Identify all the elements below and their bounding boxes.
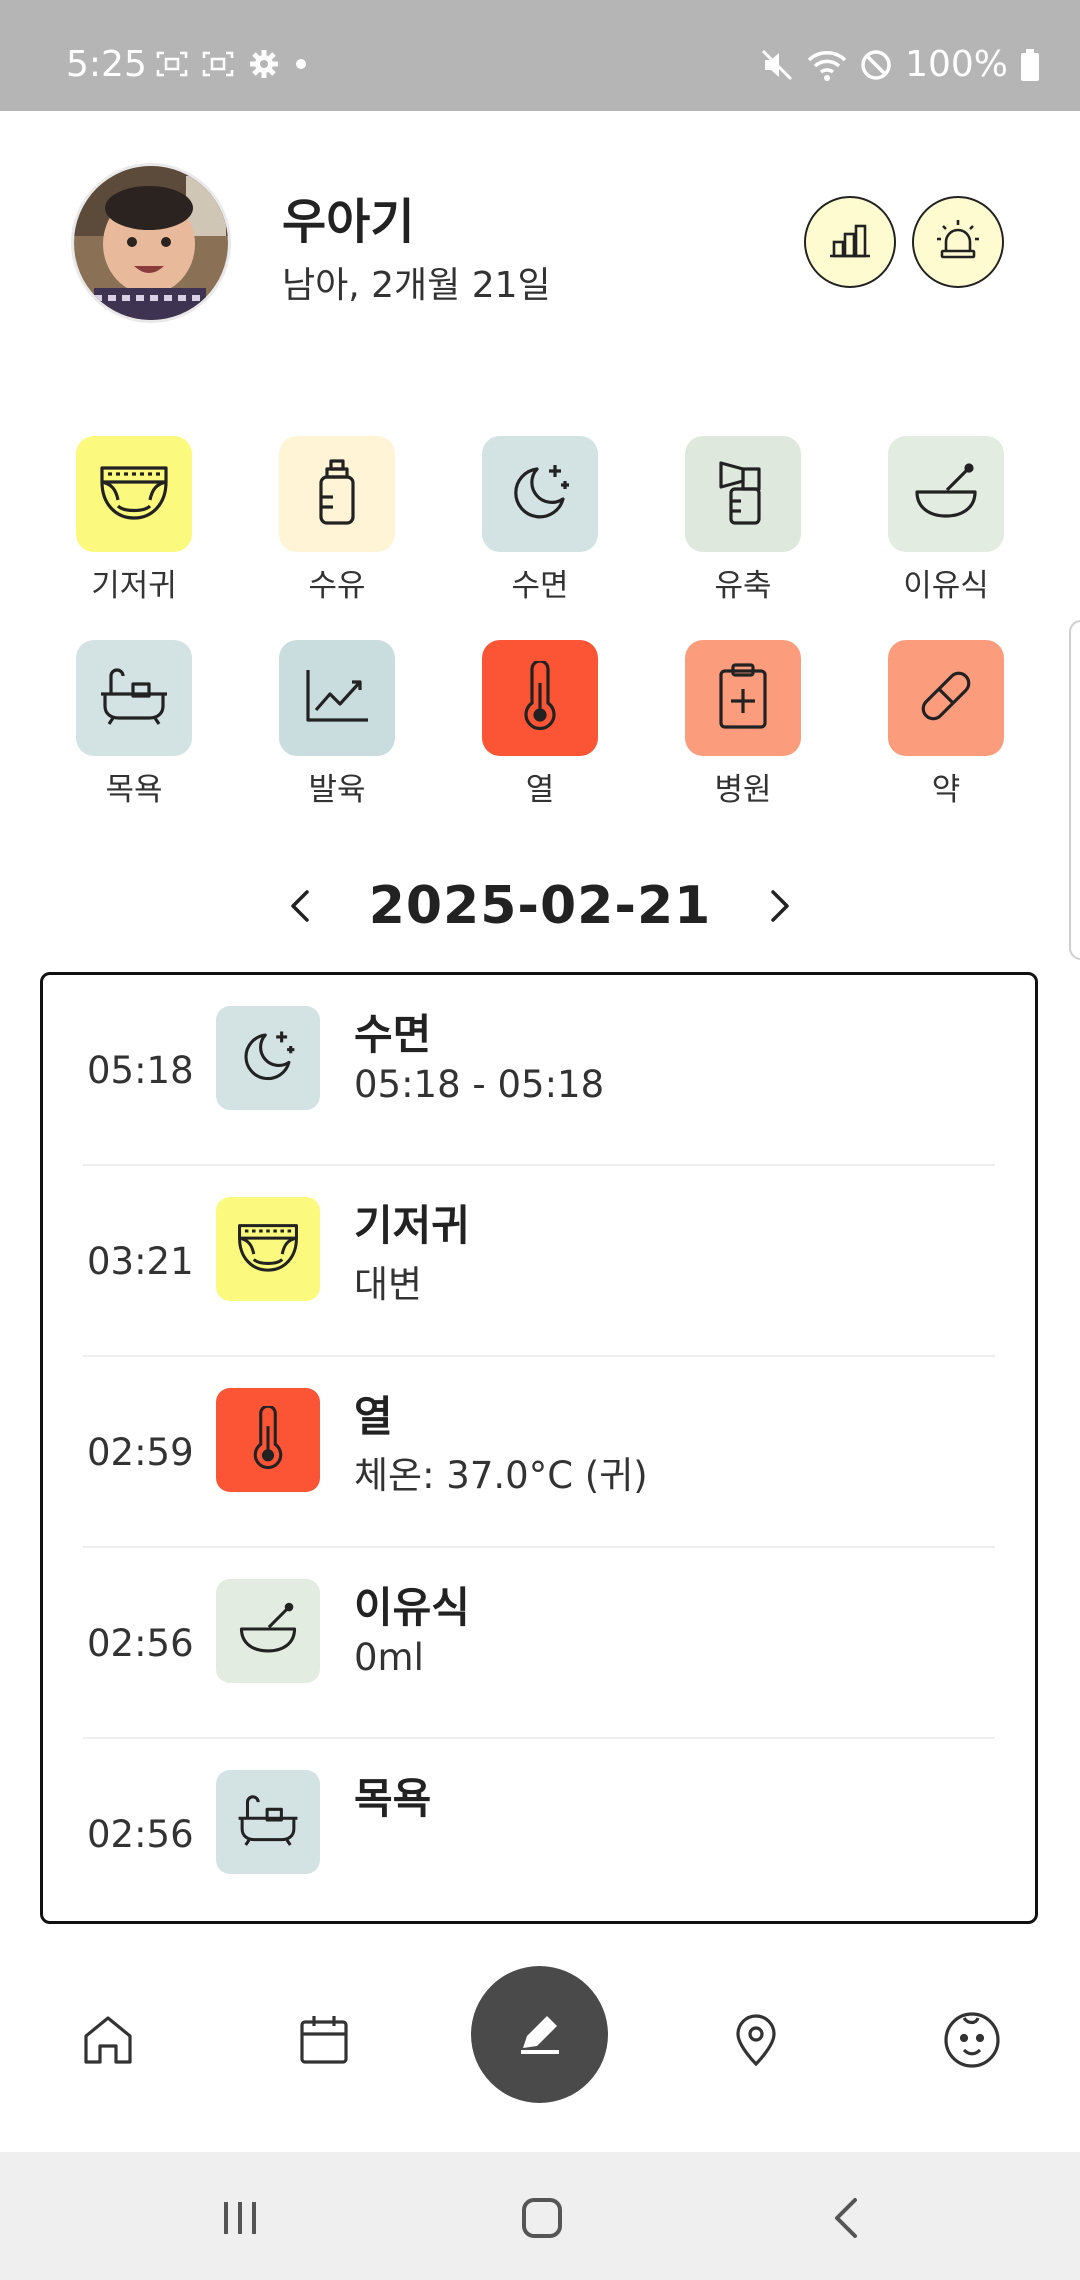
log-detail: 대변 bbox=[354, 1263, 423, 1306]
bowl-icon bbox=[236, 1601, 300, 1661]
breast-pump-icon bbox=[713, 457, 773, 531]
previous-day-button[interactable] bbox=[280, 886, 320, 930]
category-fever[interactable]: 열 bbox=[465, 640, 615, 809]
bar-chart-icon bbox=[828, 218, 872, 266]
category-label: 열 bbox=[525, 772, 555, 808]
home-icon bbox=[80, 2012, 136, 2072]
gear-icon bbox=[248, 48, 280, 80]
battery-level: 100% bbox=[905, 44, 1008, 85]
category-label: 유축 bbox=[714, 568, 772, 604]
current-date[interactable]: 2025-02-21 bbox=[340, 876, 740, 936]
log-time: 02:56 bbox=[87, 1813, 194, 1856]
log-item[interactable]: 05:18 수면 05:18 - 05:18 bbox=[43, 975, 1035, 1166]
log-detail: 05:18 - 05:18 bbox=[354, 1063, 605, 1106]
home-button[interactable] bbox=[512, 2190, 572, 2250]
baby-face-icon bbox=[942, 2010, 1002, 2074]
category-label: 목욕 bbox=[105, 772, 163, 808]
status-time: 5:25 bbox=[66, 44, 147, 85]
growth-chart-icon bbox=[302, 666, 372, 730]
mute-icon bbox=[761, 48, 795, 82]
back-arrow-icon bbox=[831, 2196, 861, 2244]
bathtub-icon bbox=[235, 1791, 301, 1853]
edit-record-button[interactable] bbox=[471, 1966, 608, 2103]
next-day-button[interactable] bbox=[760, 886, 800, 930]
home-square-icon bbox=[520, 2196, 564, 2244]
dot-icon bbox=[294, 57, 308, 71]
log-title: 기저귀 bbox=[354, 1201, 470, 1250]
log-item[interactable]: 02:56 목욕 bbox=[43, 1739, 1035, 1930]
log-item[interactable]: 02:56 이유식 0ml bbox=[43, 1548, 1035, 1739]
category-sleep[interactable]: 수면 bbox=[465, 436, 615, 605]
baby-name: 우아기 bbox=[282, 194, 415, 250]
category-pumping[interactable]: 유축 bbox=[668, 436, 818, 605]
back-button[interactable] bbox=[816, 2190, 876, 2250]
screenshot-icon bbox=[156, 50, 188, 78]
bowl-icon bbox=[911, 462, 981, 526]
nav-calendar[interactable] bbox=[284, 2002, 364, 2082]
category-bath[interactable]: 목욕 bbox=[59, 640, 209, 809]
thermometer-icon bbox=[518, 659, 562, 735]
siren-icon bbox=[935, 217, 981, 267]
bottom-navigation bbox=[0, 1940, 1080, 2140]
bottle-icon bbox=[307, 457, 367, 531]
log-time: 05:18 bbox=[87, 1049, 194, 1092]
recent-apps-button[interactable] bbox=[210, 2190, 270, 2250]
pill-icon bbox=[914, 664, 978, 732]
category-feeding[interactable]: 수유 bbox=[262, 436, 412, 605]
location-pin-icon bbox=[728, 2012, 784, 2072]
bathtub-icon bbox=[97, 664, 171, 732]
category-baby-food[interactable]: 이유식 bbox=[871, 436, 1021, 605]
date-navigator: 2025-02-21 bbox=[0, 868, 1080, 948]
status-bar: 5:25 100% bbox=[0, 0, 1080, 111]
category-label: 이유식 bbox=[903, 568, 989, 604]
log-title: 목욕 bbox=[354, 1774, 432, 1823]
system-navigation-bar bbox=[0, 2152, 1080, 2280]
category-hospital[interactable]: 병원 bbox=[668, 640, 818, 809]
moon-icon bbox=[238, 1026, 298, 1090]
category-growth[interactable]: 발육 bbox=[262, 640, 412, 809]
log-time: 03:21 bbox=[87, 1240, 194, 1283]
battery-icon bbox=[1020, 48, 1040, 82]
screenshot-icon bbox=[202, 50, 234, 78]
calendar-icon bbox=[296, 2012, 352, 2072]
chevron-right-icon bbox=[769, 888, 791, 928]
category-label: 약 bbox=[931, 772, 961, 808]
alarm-button[interactable] bbox=[912, 196, 1004, 288]
edit-icon bbox=[515, 2008, 565, 2062]
category-label: 병원 bbox=[714, 772, 772, 808]
category-label: 수면 bbox=[511, 568, 569, 604]
log-detail: 체온: 37.0°C (귀) bbox=[354, 1454, 648, 1497]
do-not-disturb-icon bbox=[859, 48, 893, 82]
activity-log-list: 05:18 수면 05:18 - 05:18 03:21 기저귀 대변 02:5… bbox=[40, 972, 1038, 1924]
baby-info: 남아, 2개월 21일 bbox=[282, 265, 551, 306]
log-time: 02:59 bbox=[87, 1431, 194, 1474]
category-medicine[interactable]: 약 bbox=[871, 640, 1021, 809]
side-scroll-handle[interactable] bbox=[1069, 620, 1080, 960]
log-time: 02:56 bbox=[87, 1622, 194, 1665]
category-label: 발육 bbox=[308, 772, 366, 808]
category-label: 수유 bbox=[308, 568, 366, 604]
moon-icon bbox=[507, 459, 573, 529]
wifi-icon bbox=[807, 48, 847, 82]
diaper-icon bbox=[236, 1218, 300, 1280]
avatar[interactable] bbox=[74, 166, 228, 320]
chevron-left-icon bbox=[289, 888, 311, 928]
statistics-button[interactable] bbox=[804, 196, 896, 288]
category-diaper[interactable]: 기저귀 bbox=[59, 436, 209, 605]
category-label: 기저귀 bbox=[91, 568, 177, 604]
log-title: 수면 bbox=[354, 1010, 432, 1059]
nav-home[interactable] bbox=[68, 2002, 148, 2082]
log-item[interactable]: 03:21 기저귀 대변 bbox=[43, 1166, 1035, 1357]
recent-apps-icon bbox=[218, 2198, 262, 2242]
diaper-icon bbox=[98, 460, 170, 528]
thermometer-icon bbox=[248, 1404, 288, 1474]
log-detail: 0ml bbox=[354, 1636, 424, 1679]
log-title: 이유식 bbox=[354, 1583, 470, 1632]
clipboard-plus-icon bbox=[715, 661, 771, 735]
log-item[interactable]: 02:59 열 체온: 37.0°C (귀) bbox=[43, 1357, 1035, 1548]
log-title: 열 bbox=[354, 1392, 393, 1441]
nav-baby-profile[interactable] bbox=[932, 2002, 1012, 2082]
nav-location[interactable] bbox=[716, 2002, 796, 2082]
